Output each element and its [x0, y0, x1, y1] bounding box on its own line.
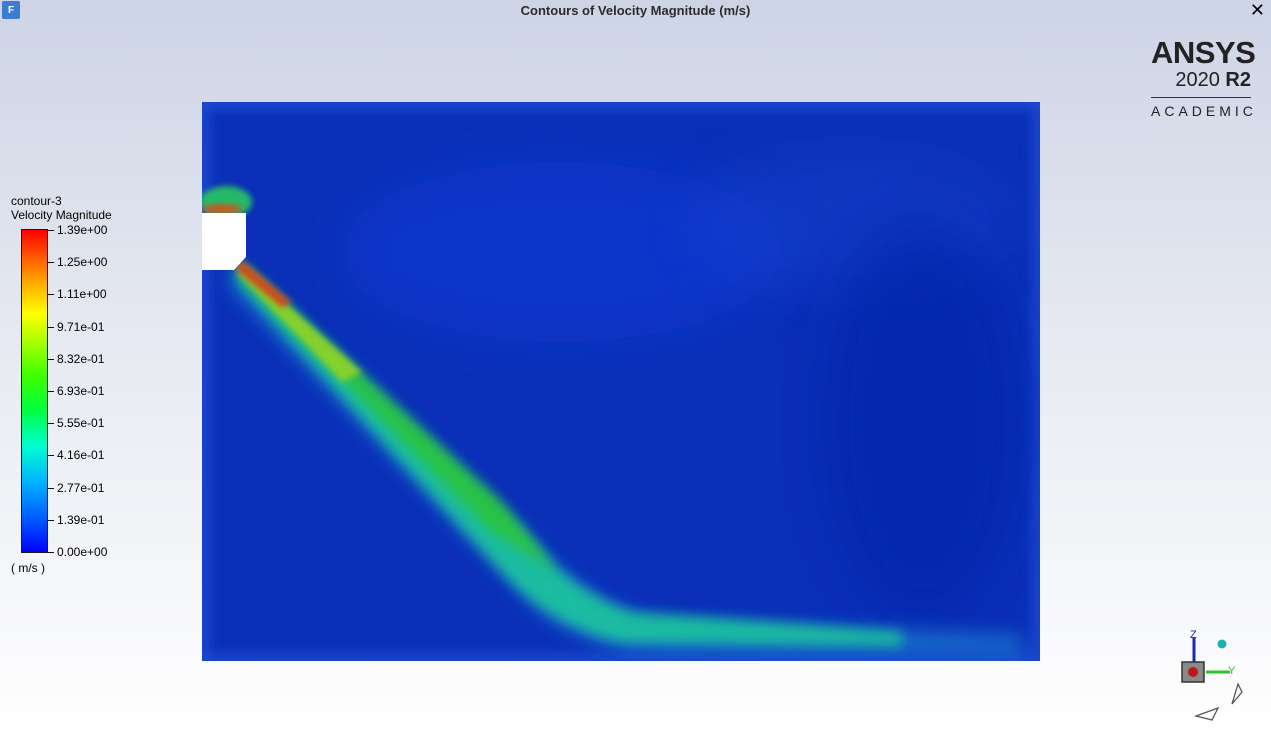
legend-tick-label: 1.11e+00	[57, 287, 107, 302]
stagnant-zone	[822, 222, 1022, 622]
upper-vent-peak	[202, 204, 242, 214]
legend-tick-label: 2.77e-01	[57, 480, 105, 495]
legend-quantity: Velocity Magnitude	[11, 208, 112, 222]
legend-tick	[47, 552, 54, 553]
close-icon[interactable]: ✕	[1250, 0, 1265, 21]
legend-contour-name: contour-3	[11, 194, 62, 208]
legend-tick-label: 1.39e+00	[57, 223, 108, 237]
legend-tick	[47, 294, 54, 296]
logo-version-release: R2	[1225, 69, 1251, 91]
legend-tick-label: 0.00e+00	[57, 545, 108, 559]
ansys-logo: ANSYS 2020 R2 ACADEMIC	[1151, 35, 1256, 119]
logo-version-year: 2020	[1175, 69, 1220, 91]
legend-tick	[47, 519, 54, 521]
legend-tick	[47, 391, 54, 392]
legend-tick	[47, 423, 54, 425]
legend-header: contour-3 Velocity Magnitude	[11, 194, 112, 222]
contour-plot[interactable]	[202, 102, 1040, 661]
view-sphere-icon[interactable]	[1217, 639, 1227, 649]
logo-brand: ANSYS	[1151, 35, 1256, 70]
legend-tick-label: 1.25e+00	[57, 255, 108, 270]
inlet-obstruction	[202, 213, 246, 270]
legend-tick-label: 6.93e-01	[57, 384, 105, 398]
legend-tick	[47, 455, 54, 457]
legend-tick-label: 9.71e-01	[57, 319, 105, 334]
window-title: Contours of Velocity Magnitude (m/s)	[520, 3, 751, 18]
legend-tick-label: 8.32e-01	[57, 351, 105, 366]
legend-unit: ( m/s )	[11, 561, 45, 575]
rotate-left-icon[interactable]	[1193, 706, 1220, 721]
legend-tick	[47, 262, 54, 264]
z-axis-label: Z	[1190, 629, 1197, 641]
rotate-up-icon[interactable]	[1231, 682, 1243, 705]
x-axis-dot	[1188, 667, 1198, 677]
legend-tick-label: 4.16e-01	[57, 448, 105, 463]
legend-tick	[47, 230, 54, 231]
logo-edition: ACADEMIC	[1151, 103, 1257, 119]
legend-tick	[47, 487, 54, 489]
y-axis-label: Y	[1228, 665, 1236, 677]
legend-colorbar	[21, 229, 48, 553]
legend-tick	[47, 358, 54, 360]
legend-tick-label: 1.39e-01	[57, 512, 105, 527]
logo-version: 2020 R2	[1151, 69, 1251, 91]
legend-tick-label: 5.55e-01	[57, 416, 105, 431]
contour-field	[202, 102, 1040, 661]
axis-triad[interactable]: Z Y	[1172, 624, 1252, 729]
logo-divider	[1151, 97, 1251, 98]
legend-tick	[47, 326, 54, 328]
